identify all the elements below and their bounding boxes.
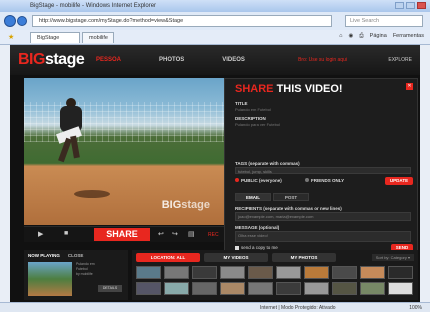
tab-my-videos[interactable]: MY VIDEOS bbox=[204, 253, 268, 262]
video-thumbnail[interactable] bbox=[220, 282, 245, 295]
back-icon[interactable] bbox=[4, 15, 16, 27]
video-player[interactable]: BIGstage bbox=[24, 78, 224, 225]
nav-pessoa[interactable]: PESSOA bbox=[96, 57, 121, 63]
rec-label[interactable]: REC bbox=[208, 232, 219, 238]
nav-photos[interactable]: PHOTOS bbox=[159, 57, 184, 63]
video-thumbnail[interactable] bbox=[164, 282, 189, 295]
video-thumbnail[interactable] bbox=[220, 266, 245, 279]
video-thumbnail[interactable] bbox=[332, 282, 357, 295]
share-button[interactable]: SHARE bbox=[94, 228, 150, 241]
nav-videos[interactable]: VIDEOS bbox=[222, 57, 245, 63]
tab-bigstage[interactable]: BigStage bbox=[30, 32, 80, 43]
thumbnail-grid bbox=[136, 266, 416, 295]
message-input[interactable]: Olha esse video! bbox=[235, 231, 411, 242]
main-nav: PESSOA PHOTOS VIDEOS bbox=[96, 57, 245, 63]
stop-icon[interactable]: ■ bbox=[64, 230, 68, 237]
video-thumbnail[interactable] bbox=[332, 266, 357, 279]
site-header: BIGstage PESSOA PHOTOS VIDEOS Bro: Use s… bbox=[10, 45, 420, 75]
public-radio[interactable]: PUBLIC (everyone) bbox=[235, 178, 282, 183]
window-controls bbox=[395, 2, 426, 9]
tab-email[interactable]: EMAIL bbox=[235, 193, 271, 201]
player-controls: ▶ ■ SHARE ↩ ↪ ▤ REC bbox=[24, 226, 224, 242]
feeds-icon[interactable]: ◉ bbox=[348, 33, 353, 40]
message-label: MESSAGE (optional) bbox=[235, 225, 280, 230]
description-label: DESCRIPTION bbox=[235, 116, 266, 121]
media-gallery: LOCATION: ALL MY VIDEOS MY PHOTOS Sort b… bbox=[132, 250, 418, 300]
film-icon[interactable]: ▤ bbox=[188, 230, 195, 238]
now-playing-thumbnail[interactable] bbox=[28, 262, 72, 296]
status-bar: Internet | Modo Protegido: Ativado 100% bbox=[0, 302, 430, 312]
address-row: http://www.bigstage.com/myStage.do?metho… bbox=[0, 12, 430, 30]
video-thumbnail[interactable] bbox=[388, 266, 413, 279]
title-value[interactable]: Pulando em Futebol bbox=[235, 107, 271, 112]
search-input[interactable]: Live Search bbox=[345, 15, 423, 27]
tab-my-photos[interactable]: MY PHOTOS bbox=[272, 253, 336, 262]
browser-window: BigStage - mobilife - Windows Internet E… bbox=[0, 0, 430, 312]
video-watermark: BIGstage bbox=[161, 199, 210, 211]
update-button[interactable]: UPDATE bbox=[385, 177, 413, 185]
share-video-panel: SHARE THIS VIDEO! ✕ TITLE Pulando em Fut… bbox=[224, 78, 418, 254]
description-value[interactable]: Pulando para ver Futebol bbox=[235, 122, 280, 127]
recipients-input[interactable]: joao@example.com, maria@example.com bbox=[235, 212, 411, 221]
close-icon[interactable]: ✕ bbox=[406, 83, 413, 90]
video-thumbnail[interactable] bbox=[360, 266, 385, 279]
now-playing-close[interactable]: CLOSE bbox=[68, 253, 84, 258]
home-icon[interactable]: ⌂ bbox=[339, 33, 342, 40]
play-icon[interactable]: ▶ bbox=[38, 230, 43, 238]
tags-label: TAGS (separate with commas) bbox=[235, 161, 300, 166]
minimize-button[interactable] bbox=[395, 2, 404, 9]
tab-location-all[interactable]: LOCATION: ALL bbox=[136, 253, 200, 262]
details-button[interactable]: DETAILS bbox=[98, 285, 122, 292]
title-label: TITLE bbox=[235, 101, 248, 106]
tab-row: ★ BigStage mobilife ⌂ ◉ ⎙ Página Ferrame… bbox=[0, 30, 430, 45]
print-icon[interactable]: ⎙ bbox=[359, 33, 363, 40]
tab-mobilife[interactable]: mobilife bbox=[82, 32, 114, 43]
video-thumbnail[interactable] bbox=[136, 282, 161, 295]
jumping-player bbox=[52, 96, 88, 168]
share-title: SHARE THIS VIDEO! bbox=[235, 83, 343, 95]
explore-menu[interactable]: EXPLORE bbox=[388, 57, 412, 63]
header-right: Bro: Use su login aqui EXPLORE bbox=[298, 57, 412, 63]
video-thumbnail[interactable] bbox=[276, 266, 301, 279]
security-zone: Internet | Modo Protegido: Ativado bbox=[260, 305, 336, 311]
now-playing-label: NOW PLAYING CLOSE bbox=[28, 253, 84, 258]
toolbar: ⌂ ◉ ⎙ Página Ferramentas bbox=[339, 33, 424, 40]
zoom-level[interactable]: 100% bbox=[409, 305, 422, 311]
video-thumbnail[interactable] bbox=[304, 266, 329, 279]
video-thumbnail[interactable] bbox=[304, 282, 329, 295]
recipients-label: RECIPIENTS (separate with commas or new … bbox=[235, 206, 342, 211]
tools-menu[interactable]: Ferramentas bbox=[393, 33, 424, 40]
window-title-bar: BigStage - mobilife - Windows Internet E… bbox=[0, 0, 430, 12]
bigstage-logo[interactable]: BIGstage bbox=[18, 51, 85, 69]
bigstage-site: BIGstage PESSOA PHOTOS VIDEOS Bro: Use s… bbox=[10, 45, 420, 302]
video-thumbnail[interactable] bbox=[136, 266, 161, 279]
redo-arrow-icon[interactable]: ↪ bbox=[172, 230, 178, 238]
video-thumbnail[interactable] bbox=[192, 282, 217, 295]
video-thumbnail[interactable] bbox=[248, 282, 273, 295]
window-title: BigStage - mobilife - Windows Internet E… bbox=[30, 3, 157, 9]
tags-input[interactable]: futebol, jump, skills bbox=[235, 167, 411, 174]
maximize-button[interactable] bbox=[406, 2, 415, 9]
video-thumbnail[interactable] bbox=[192, 266, 217, 279]
video-thumbnail[interactable] bbox=[360, 282, 385, 295]
video-thumbnail[interactable] bbox=[248, 266, 273, 279]
video-thumbnail[interactable] bbox=[276, 282, 301, 295]
video-thumbnail[interactable] bbox=[164, 266, 189, 279]
player-shadow bbox=[74, 190, 110, 198]
forward-icon[interactable] bbox=[17, 16, 27, 26]
favorites-star-icon[interactable]: ★ bbox=[8, 33, 14, 41]
friends-only-radio[interactable]: FRIENDS ONLY bbox=[305, 178, 344, 183]
address-bar[interactable]: http://www.bigstage.com/myStage.do?metho… bbox=[32, 15, 332, 27]
login-link[interactable]: Bro: Use su login aqui bbox=[298, 57, 347, 63]
now-playing-info: Pulando em Futebol by mobilife bbox=[76, 262, 95, 276]
close-window-button[interactable] bbox=[417, 2, 426, 9]
tab-post[interactable]: POST bbox=[273, 193, 309, 201]
back-arrow-icon[interactable]: ↩ bbox=[158, 230, 164, 238]
page-menu[interactable]: Página bbox=[370, 33, 387, 40]
video-thumbnail[interactable] bbox=[388, 282, 413, 295]
sort-dropdown[interactable]: Sort by: Category ▾ bbox=[371, 254, 414, 261]
now-playing: NOW PLAYING CLOSE Pulando em Futebol by m… bbox=[24, 250, 128, 300]
